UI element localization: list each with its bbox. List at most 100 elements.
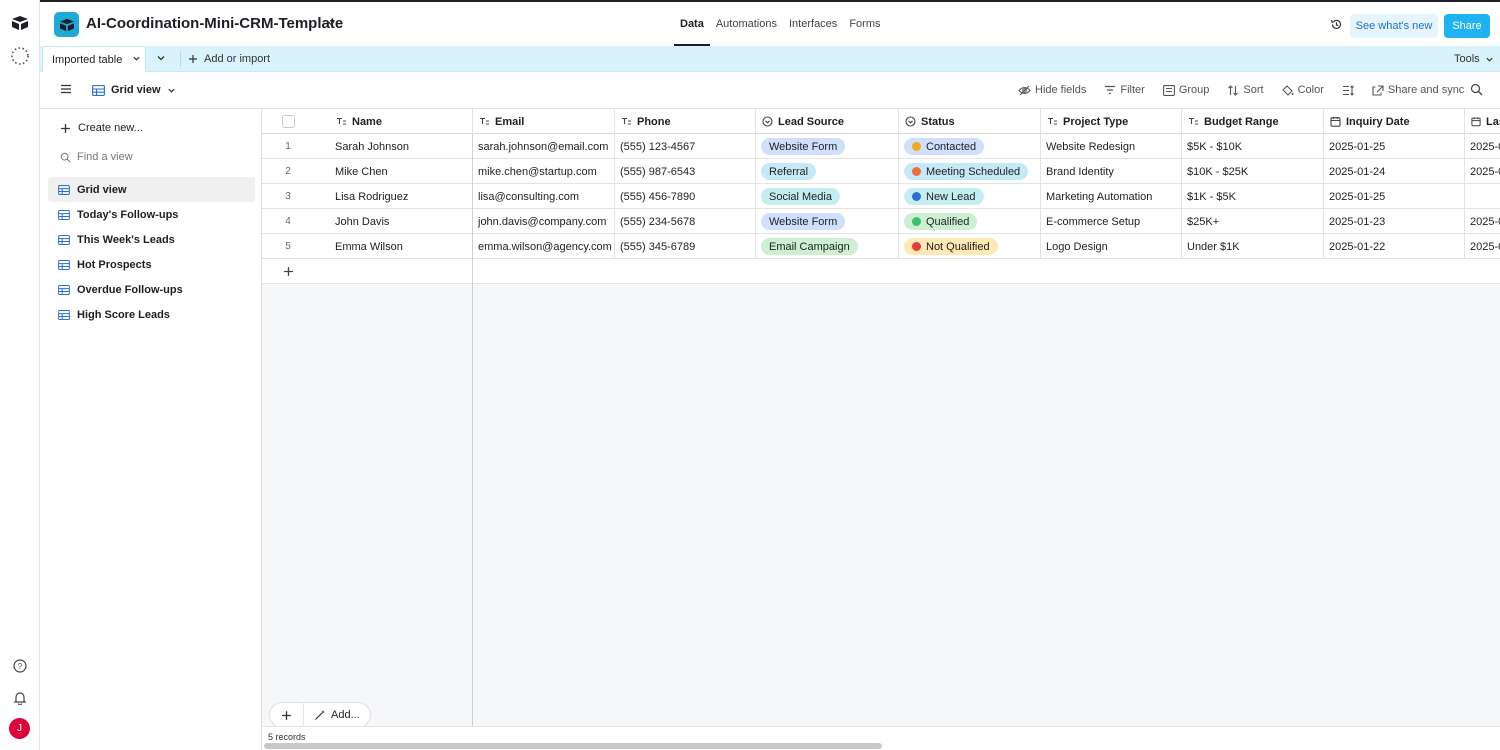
tab-interfaces[interactable]: Interfaces xyxy=(783,2,843,46)
cell-email[interactable]: emma.wilson@agency.com xyxy=(473,234,615,259)
cell-status[interactable]: Not Qualified xyxy=(899,234,1041,259)
cell-inquiry-date[interactable]: 2025-01-25 xyxy=(1324,134,1465,159)
view-item-hot-prospects[interactable]: Hot Prospects xyxy=(48,252,255,277)
create-new-view-button[interactable]: Create new... xyxy=(60,122,143,134)
view-item-high-score-leads[interactable]: High Score Leads xyxy=(48,302,255,327)
cell-project-type[interactable]: Marketing Automation xyxy=(1041,184,1182,209)
cell-project-type[interactable]: E-commerce Setup xyxy=(1041,209,1182,234)
cell-budget-range[interactable]: $5K - $10K xyxy=(1182,134,1324,159)
cell-status[interactable]: Contacted xyxy=(899,134,1041,159)
column-header-budget-range[interactable]: Budget Range xyxy=(1182,109,1324,134)
help-icon[interactable]: ? xyxy=(10,656,30,676)
cell-budget-range[interactable]: $10K - $25K xyxy=(1182,159,1324,184)
table-row[interactable]: 2 Mike Chen mike.chen@startup.com (555) … xyxy=(262,159,1500,184)
cell-last[interactable] xyxy=(1465,184,1500,209)
cell-lead-source[interactable]: Email Campaign xyxy=(756,234,899,259)
add-or-import-button[interactable]: Add or import xyxy=(188,46,270,72)
view-item-grid-view[interactable]: Grid view xyxy=(48,177,255,202)
select-all-checkbox[interactable] xyxy=(281,115,295,128)
cell-phone[interactable]: (555) 123-4567 xyxy=(615,134,756,159)
filter-button[interactable]: Filter xyxy=(1104,84,1145,96)
view-item-overdue-follow-ups[interactable]: Overdue Follow-ups xyxy=(48,277,255,302)
cell-inquiry-date[interactable]: 2025-01-23 xyxy=(1324,209,1465,234)
cell-name[interactable]: John Davis xyxy=(330,209,473,234)
cell-name[interactable]: Emma Wilson xyxy=(330,234,473,259)
cell-name[interactable]: Mike Chen xyxy=(330,159,473,184)
cell-name[interactable]: Sarah Johnson xyxy=(330,134,473,159)
cell-budget-range[interactable]: $1K - $5K xyxy=(1182,184,1324,209)
horizontal-scrollbar[interactable] xyxy=(264,743,882,749)
cell-budget-range[interactable]: Under $1K xyxy=(1182,234,1324,259)
row-height-button[interactable] xyxy=(1342,84,1354,96)
cell-email[interactable]: lisa@consulting.com xyxy=(473,184,615,209)
cell-last[interactable]: 2025-0 xyxy=(1465,234,1500,259)
base-name[interactable]: AI-Coordination-Mini-CRM-Template xyxy=(86,15,343,32)
add-record-row[interactable] xyxy=(262,259,1500,284)
cell-email[interactable]: mike.chen@startup.com xyxy=(473,159,615,184)
base-menu-chevron-down-icon[interactable] xyxy=(326,18,336,31)
cell-budget-range[interactable]: $25K+ xyxy=(1182,209,1324,234)
cell-email[interactable]: john.davis@company.com xyxy=(473,209,615,234)
home-logo-icon[interactable] xyxy=(10,13,30,33)
share-button[interactable]: Share xyxy=(1444,14,1490,38)
table-tab-chevron-down-icon[interactable] xyxy=(132,54,141,66)
share-and-sync-button[interactable]: Share and sync xyxy=(1372,84,1464,96)
cell-email[interactable]: sarah.johnson@email.com xyxy=(473,134,615,159)
cell-phone[interactable]: (555) 234-5678 xyxy=(615,209,756,234)
cell-lead-source[interactable]: Referral xyxy=(756,159,899,184)
group-button[interactable]: Group xyxy=(1162,84,1209,96)
cell-inquiry-date[interactable]: 2025-01-22 xyxy=(1324,234,1465,259)
column-header-email[interactable]: Email xyxy=(473,109,615,134)
view-item-this-weeks-leads[interactable]: This Week's Leads xyxy=(48,227,255,252)
tab-data[interactable]: Data xyxy=(674,2,710,46)
cell-last[interactable]: 2025-0 xyxy=(1465,209,1500,234)
table-tab-imported[interactable]: Imported table xyxy=(42,46,146,72)
cell-status[interactable]: Qualified xyxy=(899,209,1041,234)
view-item-todays-follow-ups[interactable]: Today's Follow-ups xyxy=(48,202,255,227)
cell-lead-source[interactable]: Website Form xyxy=(756,134,899,159)
whats-new-button[interactable]: See what's new xyxy=(1350,14,1438,38)
cell-lead-source[interactable]: Website Form xyxy=(756,209,899,234)
cell-project-type[interactable]: Logo Design xyxy=(1041,234,1182,259)
column-header-status[interactable]: Status xyxy=(899,109,1041,134)
add-record-button[interactable] xyxy=(270,702,304,728)
search-icon[interactable] xyxy=(1470,83,1483,99)
hide-fields-button[interactable]: Hide fields xyxy=(1018,84,1086,96)
notifications-bell-icon[interactable] xyxy=(10,688,30,708)
frozen-column-divider[interactable] xyxy=(472,134,473,750)
column-header-phone[interactable]: Phone xyxy=(615,109,756,134)
table-row[interactable]: 5 Emma Wilson emma.wilson@agency.com (55… xyxy=(262,234,1500,259)
color-button[interactable]: Color xyxy=(1281,84,1324,96)
cell-phone[interactable]: (555) 987-6543 xyxy=(615,159,756,184)
table-row[interactable]: 4 John Davis john.davis@company.com (555… xyxy=(262,209,1500,234)
find-view-input[interactable]: Find a view xyxy=(60,151,133,163)
cell-project-type[interactable]: Website Redesign xyxy=(1041,134,1182,159)
column-header-inquiry-date[interactable]: Inquiry Date xyxy=(1324,109,1465,134)
column-header-lead-source[interactable]: Lead Source xyxy=(756,109,899,134)
all-tables-chevron-down-icon[interactable] xyxy=(156,53,166,66)
table-row[interactable]: 3 Lisa Rodriguez lisa@consulting.com (55… xyxy=(262,184,1500,209)
sort-button[interactable]: Sort xyxy=(1227,84,1264,96)
cell-phone[interactable]: (555) 345-6789 xyxy=(615,234,756,259)
cell-lead-source[interactable]: Social Media xyxy=(756,184,899,209)
add-with-ai-button[interactable]: Add... xyxy=(304,709,360,721)
tab-forms[interactable]: Forms xyxy=(843,2,886,46)
column-header-project-type[interactable]: Project Type xyxy=(1041,109,1182,134)
toggle-sidebar-menu-icon[interactable] xyxy=(60,84,72,97)
add-record-plus-icon[interactable] xyxy=(262,259,314,284)
cell-inquiry-date[interactable]: 2025-01-25 xyxy=(1324,184,1465,209)
column-header-last[interactable]: Las xyxy=(1465,109,1500,134)
cell-status[interactable]: Meeting Scheduled xyxy=(899,159,1041,184)
history-icon[interactable] xyxy=(1330,18,1343,34)
cell-last[interactable]: 2025-0 xyxy=(1465,134,1500,159)
view-switcher[interactable]: Grid view xyxy=(92,72,176,108)
cell-project-type[interactable]: Brand Identity xyxy=(1041,159,1182,184)
tools-menu[interactable]: Tools xyxy=(1454,46,1494,72)
cell-inquiry-date[interactable]: 2025-01-24 xyxy=(1324,159,1465,184)
tab-automations[interactable]: Automations xyxy=(710,2,783,46)
cell-phone[interactable]: (555) 456-7890 xyxy=(615,184,756,209)
cell-name[interactable]: Lisa Rodriguez xyxy=(330,184,473,209)
column-header-name[interactable]: Name xyxy=(330,109,473,134)
user-avatar[interactable]: J xyxy=(9,718,30,739)
cell-status[interactable]: New Lead xyxy=(899,184,1041,209)
